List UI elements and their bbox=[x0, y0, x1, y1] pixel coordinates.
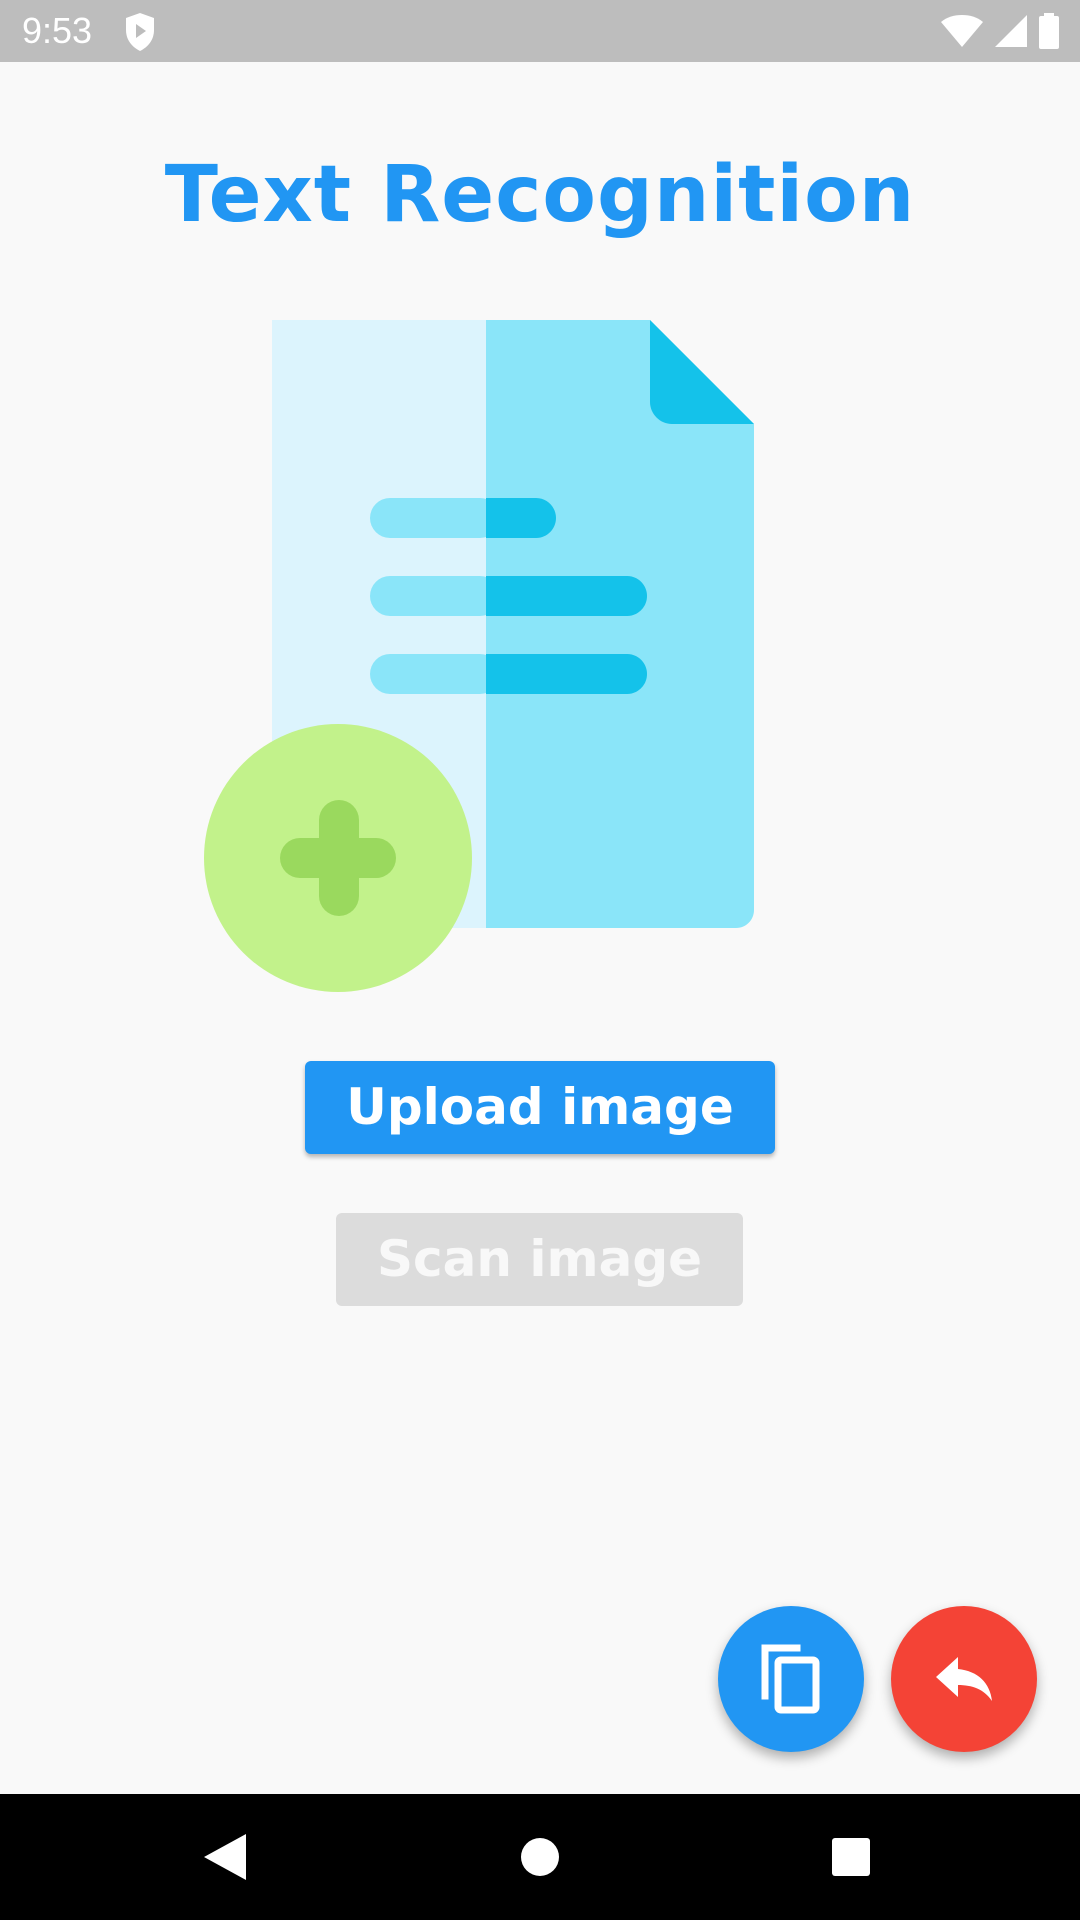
add-document-icon bbox=[204, 320, 754, 992]
status-bar: 9:53 bbox=[0, 0, 1080, 62]
recents-icon bbox=[832, 1838, 870, 1876]
nav-home-button[interactable] bbox=[507, 1824, 573, 1890]
status-icons bbox=[940, 12, 1060, 50]
reply-icon bbox=[936, 1657, 992, 1701]
navigation-bar bbox=[0, 1794, 1080, 1920]
copy-icon bbox=[761, 1644, 820, 1714]
app-screen: 9:53 Text Recognition Upload image Scan … bbox=[0, 0, 1080, 1920]
copy-button[interactable] bbox=[718, 1606, 864, 1752]
wifi-icon bbox=[941, 15, 983, 47]
signal-icon bbox=[995, 15, 1027, 47]
upload-image-button[interactable]: Upload image bbox=[305, 1061, 775, 1154]
scan-image-button[interactable]: Scan image bbox=[336, 1213, 743, 1306]
reply-button[interactable] bbox=[891, 1606, 1037, 1752]
home-icon bbox=[521, 1838, 559, 1876]
nav-back-button[interactable] bbox=[192, 1824, 258, 1890]
battery-icon bbox=[1039, 13, 1059, 49]
shield-play-icon bbox=[126, 13, 154, 51]
back-icon bbox=[204, 1834, 246, 1880]
status-time: 9:53 bbox=[22, 10, 93, 51]
page-title: Text Recognition bbox=[164, 150, 916, 240]
nav-recents-button[interactable] bbox=[818, 1824, 884, 1890]
